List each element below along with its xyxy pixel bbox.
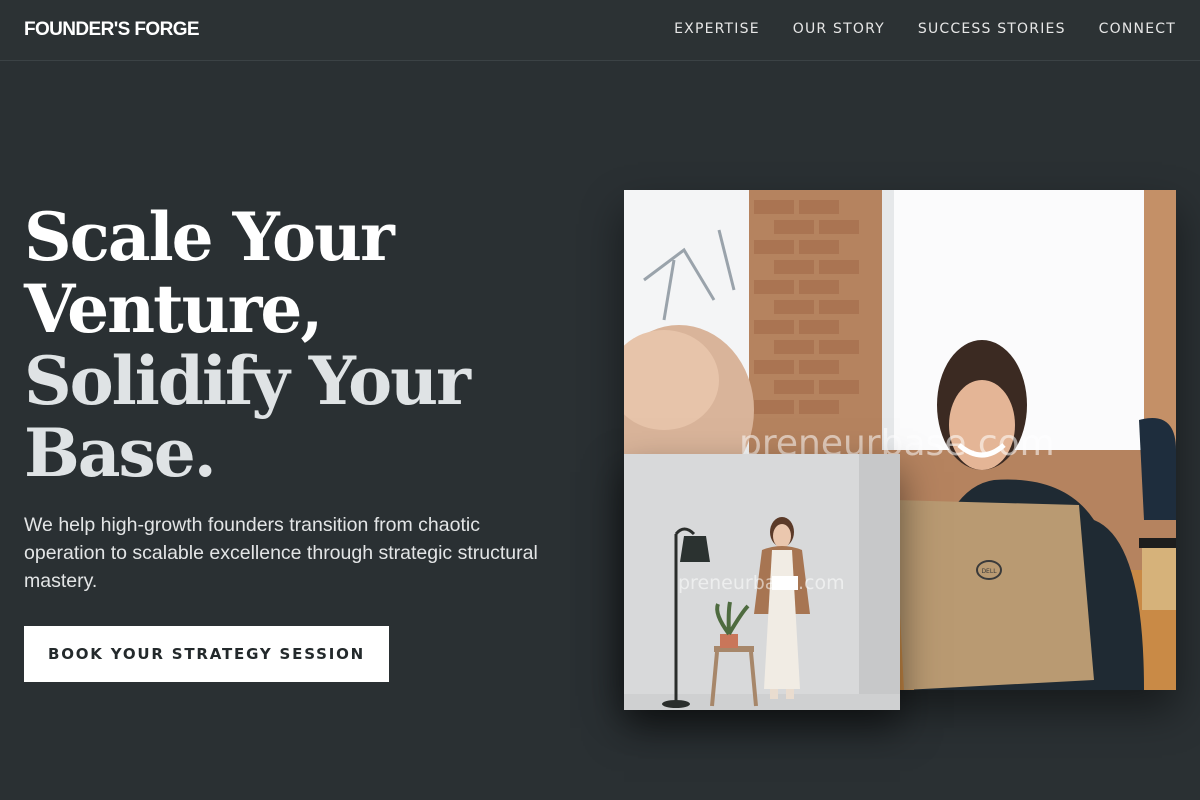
- landing-page: FOUNDER'S FORGE EXPERTISE OUR STORY SUCC…: [0, 0, 1200, 800]
- hero-headline: Scale Your Venture, Solidify Your Base.: [24, 201, 584, 489]
- brand-logo[interactable]: FOUNDER'S FORGE: [24, 19, 200, 41]
- nav-link-our-story[interactable]: OUR STORY: [793, 21, 885, 37]
- headline-line-1: Scale Your: [24, 198, 395, 276]
- headline-line-3: Solidify Your: [24, 342, 471, 420]
- hero-image-standing-woman: preneurbase.com: [624, 454, 900, 710]
- headline-line-4: Base.: [24, 414, 217, 492]
- nav-link-expertise[interactable]: EXPERTISE: [674, 21, 760, 37]
- book-strategy-session-button[interactable]: BOOK YOUR STRATEGY SESSION: [24, 626, 389, 682]
- hero-subtext: We help high-growth founders transition …: [24, 514, 538, 592]
- nav-link-connect[interactable]: CONNECT: [1099, 21, 1176, 37]
- laptop-logo: DELL: [981, 568, 997, 575]
- headline-line-2: Venture,: [24, 270, 323, 348]
- nav-link-success-stories[interactable]: SUCCESS STORIES: [918, 21, 1066, 37]
- watermark-secondary: preneurbase.com: [678, 572, 845, 594]
- nav-links: EXPERTISE OUR STORY SUCCESS STORIES CONN…: [674, 21, 1176, 37]
- top-navbar: FOUNDER'S FORGE EXPERTISE OUR STORY SUCC…: [0, 0, 1200, 61]
